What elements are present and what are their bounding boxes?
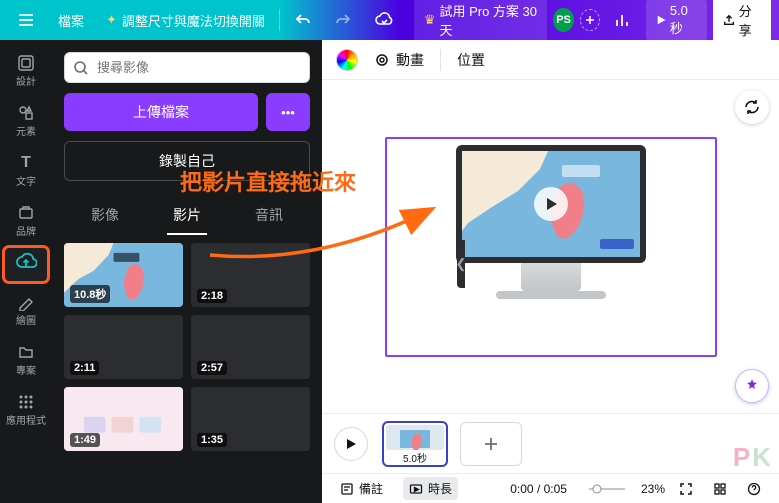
color-picker[interactable] [336,49,358,71]
try-pro-button[interactable]: ♛試用 Pro 方案 30 天 [414,0,547,43]
tab-video[interactable]: 影片 [157,195,217,235]
upload-button[interactable]: 上傳檔案 [64,93,258,131]
share-button[interactable]: 分享 [713,0,771,43]
invite-button[interactable] [580,9,599,31]
video-thumb[interactable]: 2:11 [64,315,183,379]
search-input-wrap[interactable] [64,52,310,83]
rail-uploads[interactable] [3,246,49,283]
timeline-play-button[interactable] [334,427,368,461]
rail-elements[interactable]: 元素 [3,96,49,144]
position-button[interactable]: 位置 [457,50,485,70]
monitor-graphic [456,145,646,299]
redo-button[interactable] [326,7,360,33]
zoom-value: 23% [641,482,665,496]
frame-duration: 5.0秒 [403,450,427,465]
help-icon[interactable] [741,479,767,499]
rail-projects[interactable]: 專案 [3,335,49,383]
status-notes[interactable]: 備註 [334,477,389,500]
magic-button[interactable] [735,369,769,403]
search-icon [73,60,89,76]
artboard[interactable] [385,137,717,357]
tab-image[interactable]: 影像 [75,195,135,235]
grid-view-icon[interactable] [707,479,733,499]
file-menu[interactable]: 檔案 [50,7,92,34]
animation-button[interactable]: 動畫 [374,50,424,70]
video-thumb[interactable]: 1:35 [191,387,310,451]
undo-button[interactable] [286,7,320,33]
rail-apps[interactable]: 應用程式 [3,385,49,433]
status-duration[interactable]: 時長 [403,477,458,500]
rail-draw[interactable]: 繪圖 [3,285,49,333]
tab-audio[interactable]: 音訊 [239,195,299,235]
video-thumb[interactable]: 2:57 [191,315,310,379]
avatar[interactable]: PS [553,8,574,32]
pro-label: 試用 Pro 方案 30 天 [439,1,537,39]
panel-collapse-handle[interactable]: ❮ [457,240,465,288]
rail-brand[interactable]: 品牌 [3,196,49,244]
rail-design[interactable]: 設計 [3,46,49,94]
animation-icon [374,52,390,68]
share-label: 分享 [739,1,761,39]
upload-more-button[interactable]: ••• [266,93,310,131]
search-input[interactable] [95,59,301,76]
analytics-icon[interactable] [606,7,640,33]
thumb-duration: 10.8秒 [70,285,110,303]
regenerate-button[interactable] [735,90,769,124]
zoom-slider-icon[interactable] [581,480,633,498]
record-button[interactable]: 錄製自己 [64,141,310,181]
video-thumb[interactable]: 2:18 [191,243,310,307]
resize-magic[interactable]: ✦調整尺寸與魔法切換開關 [98,7,273,34]
cloud-sync-icon[interactable] [366,7,402,33]
fullscreen-icon[interactable] [673,479,699,499]
status-time: 0:00 / 0:05 [510,482,567,496]
menu-button[interactable] [8,6,44,34]
present-button[interactable]: 5.0秒 [646,0,707,41]
video-play-button[interactable] [534,187,568,221]
video-thumb[interactable]: 1:49 [64,387,183,451]
video-thumb[interactable]: 10.8秒 [64,243,183,307]
present-time: 5.0秒 [670,3,697,37]
resize-label: 調整尺寸與魔法切換開關 [122,11,265,30]
divider [279,9,280,31]
rail-text[interactable]: T文字 [3,146,49,194]
timeline-frame[interactable]: 5.0秒 [382,421,448,467]
add-frame-button[interactable] [460,422,522,466]
